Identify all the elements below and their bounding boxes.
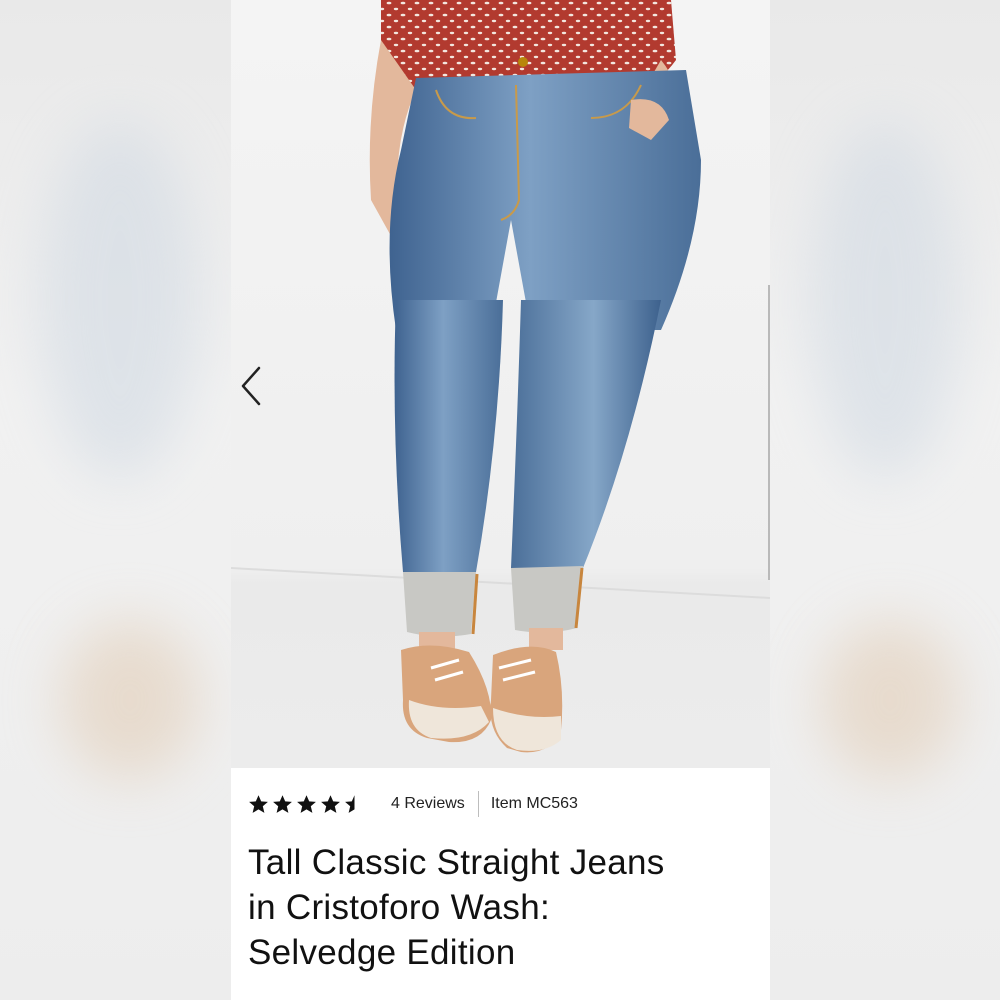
product-info: 4 Reviews Item MC563 Tall Classic Straig…	[231, 768, 770, 1000]
star-icon	[249, 794, 268, 813]
divider	[477, 791, 479, 817]
product-title-line-1: Tall Classic Straight Jeans	[248, 843, 665, 882]
star-icon	[273, 794, 292, 813]
blurred-background-right	[770, 0, 1000, 1000]
previous-image-button[interactable]	[237, 364, 265, 408]
next-image-peek	[768, 285, 770, 580]
star-icon	[345, 794, 355, 813]
star-rating[interactable]	[248, 794, 365, 815]
star-icon	[297, 794, 316, 813]
chevron-left-icon	[241, 366, 261, 406]
product-image[interactable]	[231, 0, 770, 768]
star-icon	[321, 794, 340, 813]
rating-row: 4 Reviews Item MC563	[248, 791, 578, 817]
product-title-line-3: Selvedge Edition	[248, 933, 516, 972]
jeans-model-illustration	[231, 0, 770, 753]
reviews-link[interactable]: 4 Reviews	[391, 795, 465, 813]
blurred-background-left	[0, 0, 231, 1000]
product-card: 4 Reviews Item MC563 Tall Classic Straig…	[231, 0, 770, 1000]
product-title: Tall Classic Straight Jeans in Cristofor…	[248, 840, 763, 975]
product-title-line-2: in Cristoforo Wash:	[248, 888, 550, 927]
item-number: Item MC563	[490, 795, 578, 812]
